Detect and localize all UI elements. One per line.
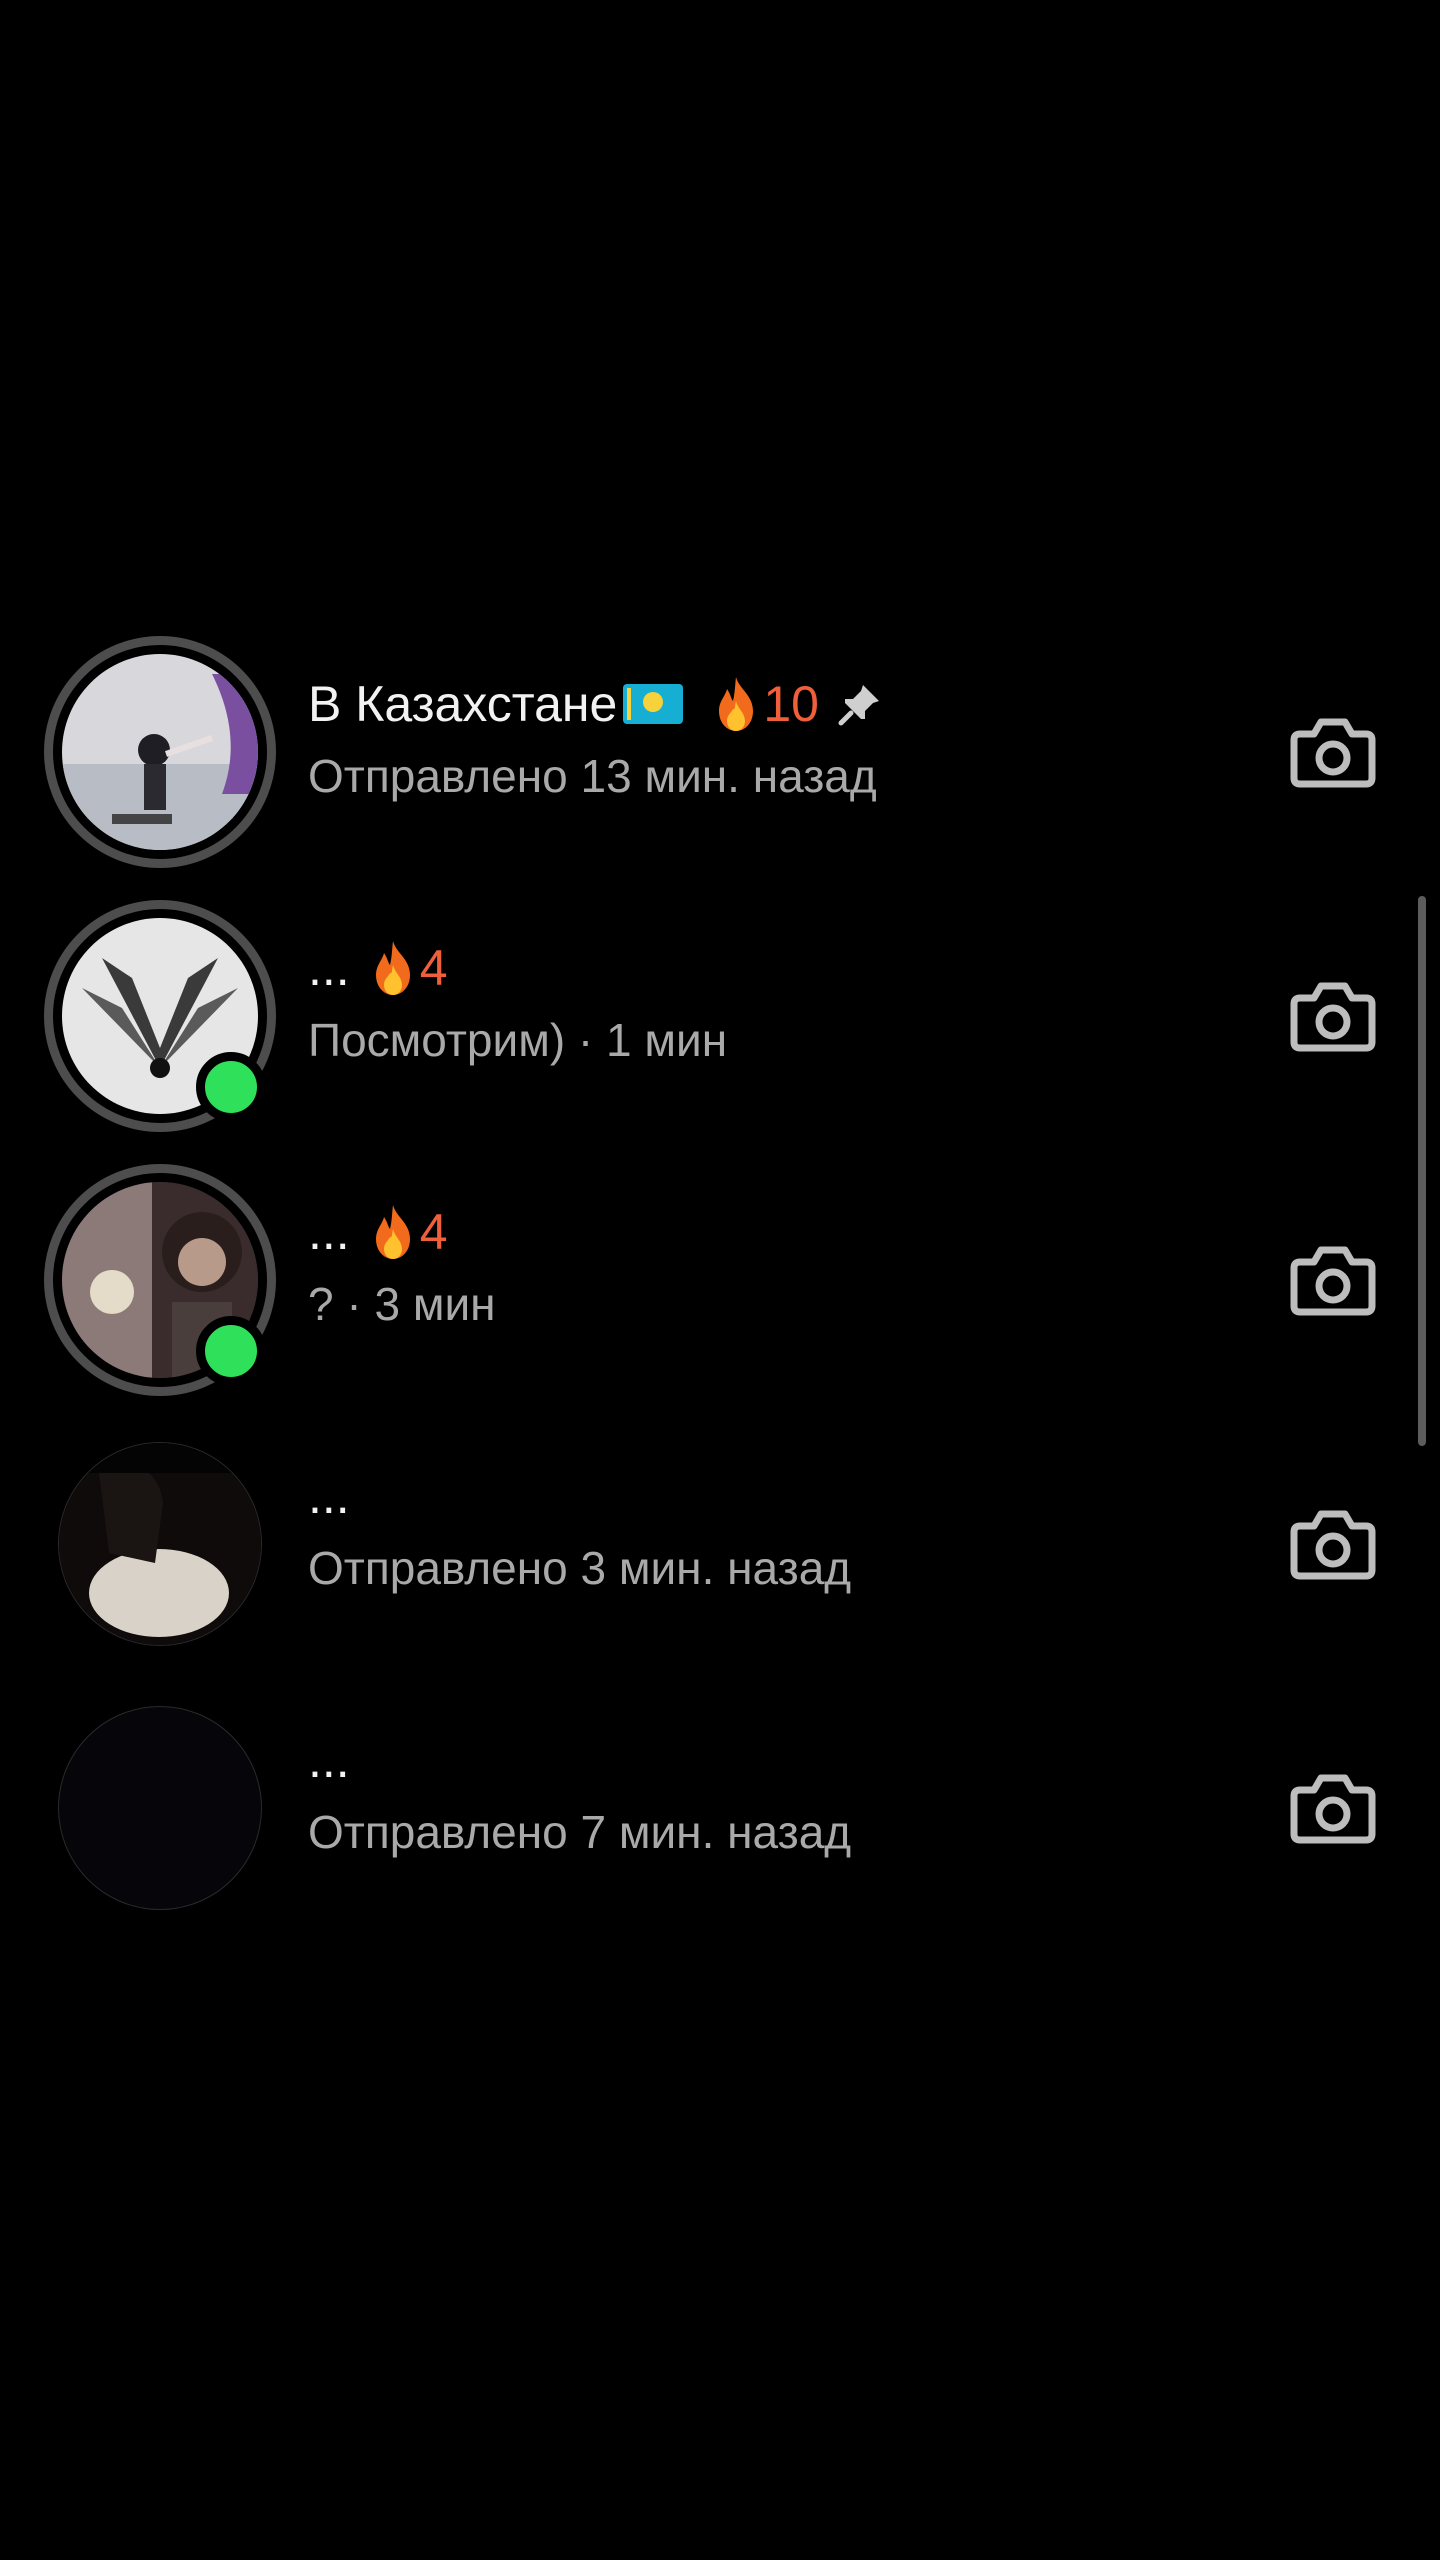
online-indicator — [196, 1316, 266, 1386]
fire-icon — [719, 677, 754, 731]
avatar — [58, 1442, 262, 1646]
chat-row[interactable]: В Казахстане 10 Отправлено 13 мин. назад — [0, 620, 1440, 884]
chat-status: ? · 3 мин — [308, 1278, 496, 1330]
chat-status: Посмотрим) · 1 мин — [308, 1014, 728, 1066]
scrollbar[interactable] — [1418, 896, 1426, 1446]
streak-count: 4 — [419, 940, 448, 996]
chat-status: Отправлено 3 мин. назад — [308, 1542, 852, 1594]
chat-row[interactable]: ... 4 Посмотрим) · 1 мин — [0, 884, 1440, 1148]
camera-icon[interactable] — [1290, 1242, 1376, 1318]
avatar-wrap[interactable] — [44, 1692, 276, 1924]
chat-name-line: В Казахстане 10 — [308, 672, 883, 736]
chat-name: В Казахстане — [308, 676, 618, 732]
chat-name: ... — [308, 1732, 350, 1788]
chat-name: ... — [308, 940, 350, 996]
streak-count: 10 — [763, 676, 819, 732]
fire-icon — [375, 941, 410, 995]
chat-row[interactable]: ... Отправлено 7 мин. назад — [0, 1676, 1440, 1940]
chat-row[interactable]: ... Отправлено 3 мин. назад — [0, 1412, 1440, 1676]
chat-name-line: ... 4 — [308, 936, 448, 1000]
camera-icon[interactable] — [1290, 1770, 1376, 1846]
avatar-with-story-ring[interactable] — [44, 636, 276, 868]
camera-icon[interactable] — [1290, 714, 1376, 790]
chat-name: ... — [308, 1468, 350, 1524]
chat-name-line: ... — [308, 1728, 350, 1792]
chat-status: Отправлено 13 мин. назад — [308, 750, 877, 802]
kazakhstan-flag-icon — [623, 684, 684, 724]
camera-icon[interactable] — [1290, 978, 1376, 1054]
avatar — [62, 654, 258, 850]
pin-icon — [838, 685, 879, 726]
avatar-with-story-ring[interactable] — [44, 900, 276, 1132]
chat-name-line: ... 4 — [308, 1200, 448, 1264]
chat-row[interactable]: ... 4 ? · 3 мин — [0, 1148, 1440, 1412]
online-indicator — [196, 1052, 266, 1122]
chat-name: ... — [308, 1204, 350, 1260]
chat-name-line: ... — [308, 1464, 350, 1528]
avatar-wrap[interactable] — [44, 1428, 276, 1660]
camera-icon[interactable] — [1290, 1506, 1376, 1582]
avatar-with-story-ring[interactable] — [44, 1164, 276, 1396]
streak-count: 4 — [419, 1204, 448, 1260]
fire-icon — [375, 1205, 410, 1259]
avatar — [58, 1706, 262, 1910]
chat-status: Отправлено 7 мин. назад — [308, 1806, 852, 1858]
